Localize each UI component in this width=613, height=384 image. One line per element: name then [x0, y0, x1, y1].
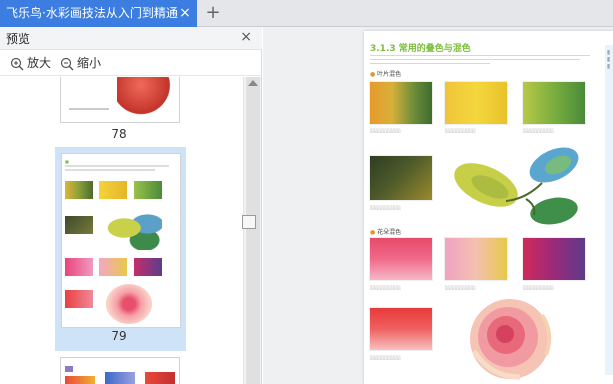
swatch: [65, 376, 95, 384]
text-line: [370, 63, 490, 64]
zoom-out-icon: [60, 57, 74, 70]
swatch-leaf-3: [522, 81, 586, 125]
swatch-flower-1: [369, 237, 433, 281]
thumb-heading: ■: [65, 159, 69, 164]
section-label: 花朵混色: [377, 229, 402, 236]
text-line: [69, 108, 109, 110]
rose-illustration: [470, 299, 552, 380]
caption: ░░░░░░░░░░: [370, 285, 401, 290]
scroll-up-arrow-icon[interactable]: [248, 80, 258, 86]
swatch: [134, 181, 162, 199]
caption: ░░░░░░░░░░: [370, 355, 401, 360]
section-leaf-mixing: ● 叶片混色: [370, 71, 402, 78]
thumb-marker: [65, 366, 73, 372]
zoom-out-label: 缩小: [77, 56, 102, 70]
caption: ░░░░░░░░░░: [523, 128, 554, 133]
thumbnail-scrollbar[interactable]: [243, 77, 261, 384]
document-tab[interactable]: 飞乐鸟·水彩画技法从入门到精通 ×: [0, 0, 197, 27]
zoom-in-button[interactable]: 放大: [10, 53, 51, 73]
swatch: [65, 181, 93, 199]
caption: ░░░░░░░░░░: [445, 128, 476, 133]
swatch: [99, 181, 127, 199]
panel-resize-handle[interactable]: [242, 215, 256, 229]
swatch: [99, 258, 127, 276]
tab-bar: 飞乐鸟·水彩画技法从入门到精通 × +: [0, 0, 613, 27]
zoom-in-icon: [10, 57, 24, 70]
close-icon[interactable]: ×: [240, 29, 252, 45]
caption: ░░░░░░░░░░: [445, 285, 476, 290]
text-line: [65, 165, 169, 167]
swatch: [105, 372, 135, 384]
swatch-flower-3: [522, 237, 586, 281]
page-side-label: ▮▮▮: [605, 49, 612, 70]
caption: ░░░░░░░░░░: [523, 285, 554, 290]
text-line: [370, 59, 580, 60]
section-label: 叶片混色: [377, 71, 402, 78]
swatch: [65, 290, 93, 308]
sidebar-header: 预览 ×: [0, 27, 262, 50]
caption: ░░░░░░░░░░: [370, 128, 401, 133]
scrollbar-thumb[interactable]: [246, 77, 260, 384]
text-line: [370, 55, 590, 56]
text-line: [65, 169, 155, 171]
swatch: [134, 258, 162, 276]
zoom-out-button[interactable]: 缩小: [60, 53, 101, 73]
thumbnail-page-80[interactable]: [60, 357, 180, 384]
zoom-toolbar: 放大 缩小: [0, 50, 262, 76]
page-side-strip: [605, 45, 613, 375]
swatch: [65, 216, 93, 234]
swatch: [145, 372, 175, 384]
swatch-flower-2: [444, 237, 508, 281]
sidebar-title: 预览: [6, 32, 31, 46]
tab-title: 飞乐鸟·水彩画技法从入门到精通: [6, 6, 178, 20]
thumbnail-list: 78 ■ 79: [0, 77, 242, 384]
swatch-flower-4: [369, 307, 433, 351]
page-number: 79: [111, 329, 127, 343]
thumbnail-page-78[interactable]: [60, 77, 180, 123]
document-viewer: 3.1.3 常用的叠色与混色 ● 叶片混色 ░░░░░░░░░░ ░░░░░░░…: [263, 27, 613, 384]
swatch: [65, 258, 93, 276]
swatch-leaf-4: [369, 155, 433, 201]
section-flower-mixing: ● 花朵混色: [370, 229, 402, 236]
rose-illustration: [106, 284, 152, 324]
apple-illustration: [117, 77, 177, 116]
new-tab-button[interactable]: +: [202, 2, 224, 24]
document-page: 3.1.3 常用的叠色与混色 ● 叶片混色 ░░░░░░░░░░ ░░░░░░░…: [364, 31, 613, 384]
swatch-leaf-1: [369, 81, 433, 125]
page-heading: 3.1.3 常用的叠色与混色: [370, 44, 471, 54]
caption: ░░░░░░░░░░: [370, 205, 401, 210]
page-number: 78: [111, 127, 127, 141]
leaf-illustration: [104, 210, 162, 250]
preview-sidebar: 预览 × 放大 缩小 78 ■ 79: [0, 27, 262, 384]
thumbnail-page-79[interactable]: ■: [61, 153, 181, 328]
swatch-leaf-2: [444, 81, 508, 125]
leaf-illustration: [454, 147, 579, 225]
zoom-in-label: 放大: [27, 56, 52, 70]
close-icon[interactable]: ×: [179, 0, 191, 27]
